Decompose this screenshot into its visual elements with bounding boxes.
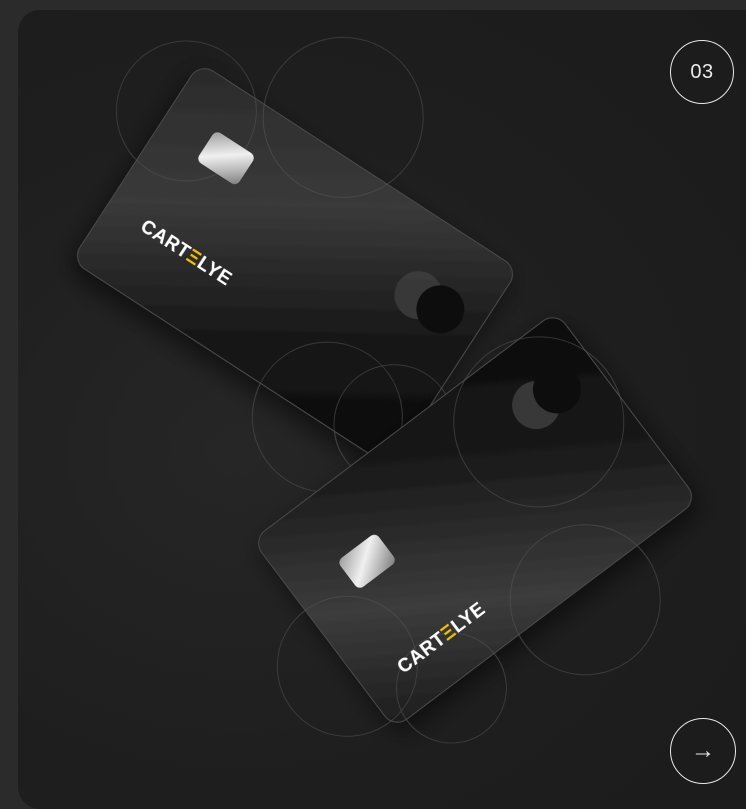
page-frame: CARTΞLYE CARTΞLYE 03 → <box>0 0 746 809</box>
slide-number-badge: 03 <box>670 40 734 104</box>
arrow-right-icon: → <box>691 737 715 764</box>
cards-illustration: CARTΞLYE CARTΞLYE <box>77 37 692 744</box>
slide-number: 03 <box>690 60 714 83</box>
next-slide-button[interactable]: → <box>670 718 736 784</box>
